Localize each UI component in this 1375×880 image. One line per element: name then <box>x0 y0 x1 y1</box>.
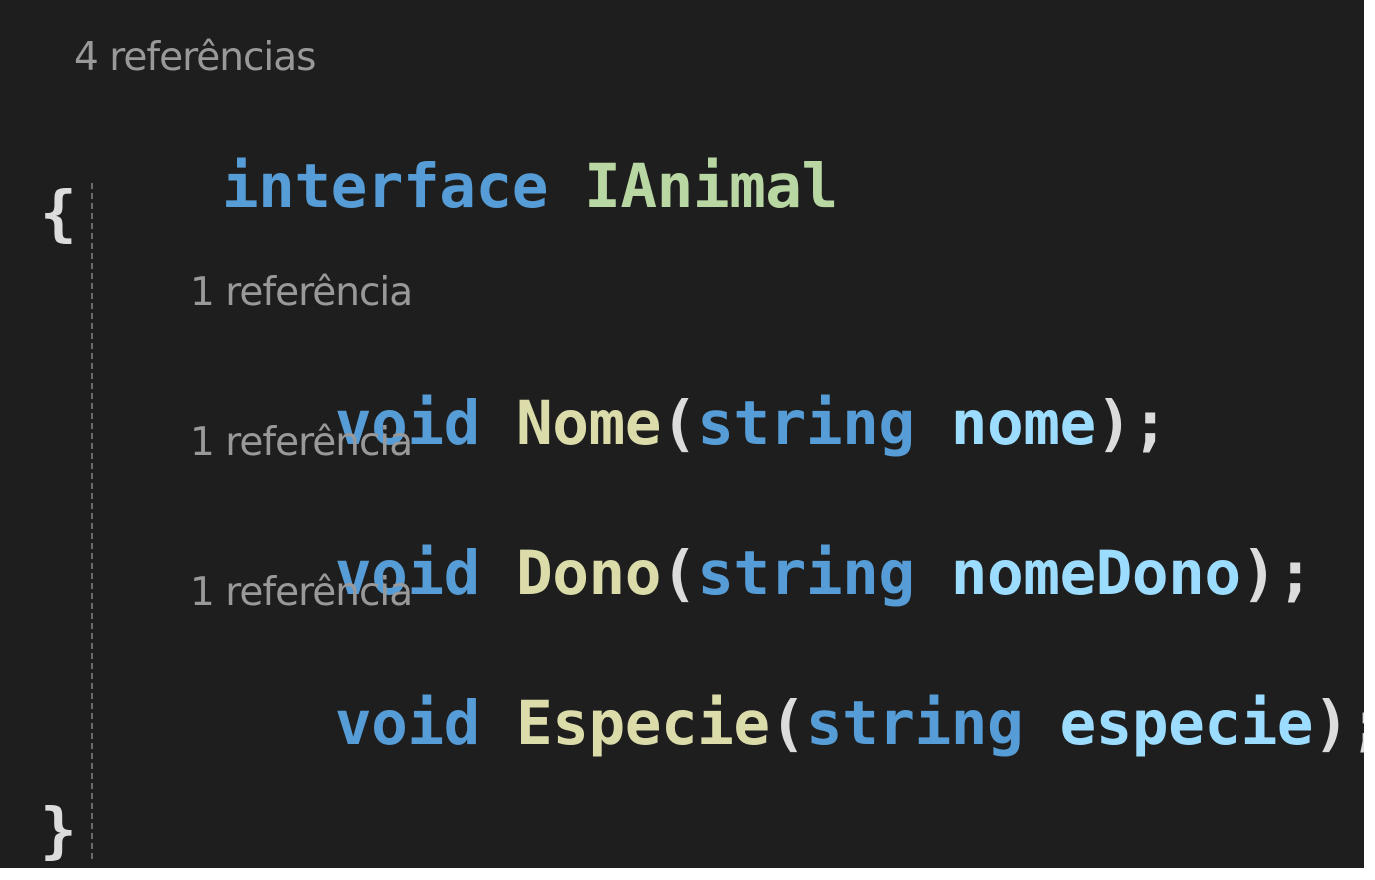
method-name: Especie <box>516 688 770 759</box>
codelens-especie-references[interactable]: 1 referência <box>190 573 413 612</box>
interface-name: IAnimal <box>584 151 838 222</box>
method-declaration-especie[interactable]: void Especie(string especie); <box>190 632 1364 815</box>
interface-keyword: interface <box>221 151 549 222</box>
return-type: void <box>334 688 480 759</box>
method-name: Nome <box>516 388 661 459</box>
codelens-nome-references[interactable]: 1 referência <box>190 273 413 312</box>
close-paren-semicolon: ); <box>1313 688 1364 759</box>
param-name: nome <box>950 388 1096 459</box>
open-paren: ( <box>660 388 698 459</box>
param-type: string <box>805 688 1024 759</box>
param-name: especie <box>1059 688 1314 759</box>
codelens-dono-references[interactable]: 1 referência <box>190 423 413 462</box>
indent-guide <box>91 183 93 859</box>
code-editor[interactable]: 4 referências interface IAnimal { 1 refe… <box>0 0 1364 868</box>
close-paren-semicolon: ); <box>1095 388 1169 459</box>
codelens-interface-references[interactable]: 4 referências <box>74 38 316 77</box>
param-name: nomeDono <box>950 538 1241 609</box>
open-paren: ( <box>769 688 807 759</box>
open-brace: { <box>40 178 77 249</box>
close-paren-semicolon: ); <box>1240 538 1314 609</box>
close-brace: } <box>40 795 77 866</box>
method-name: Dono <box>516 538 661 609</box>
param-type: string <box>697 388 915 459</box>
open-paren: ( <box>660 538 698 609</box>
param-type: string <box>697 538 915 609</box>
interface-declaration-line[interactable]: interface IAnimal <box>77 95 838 278</box>
